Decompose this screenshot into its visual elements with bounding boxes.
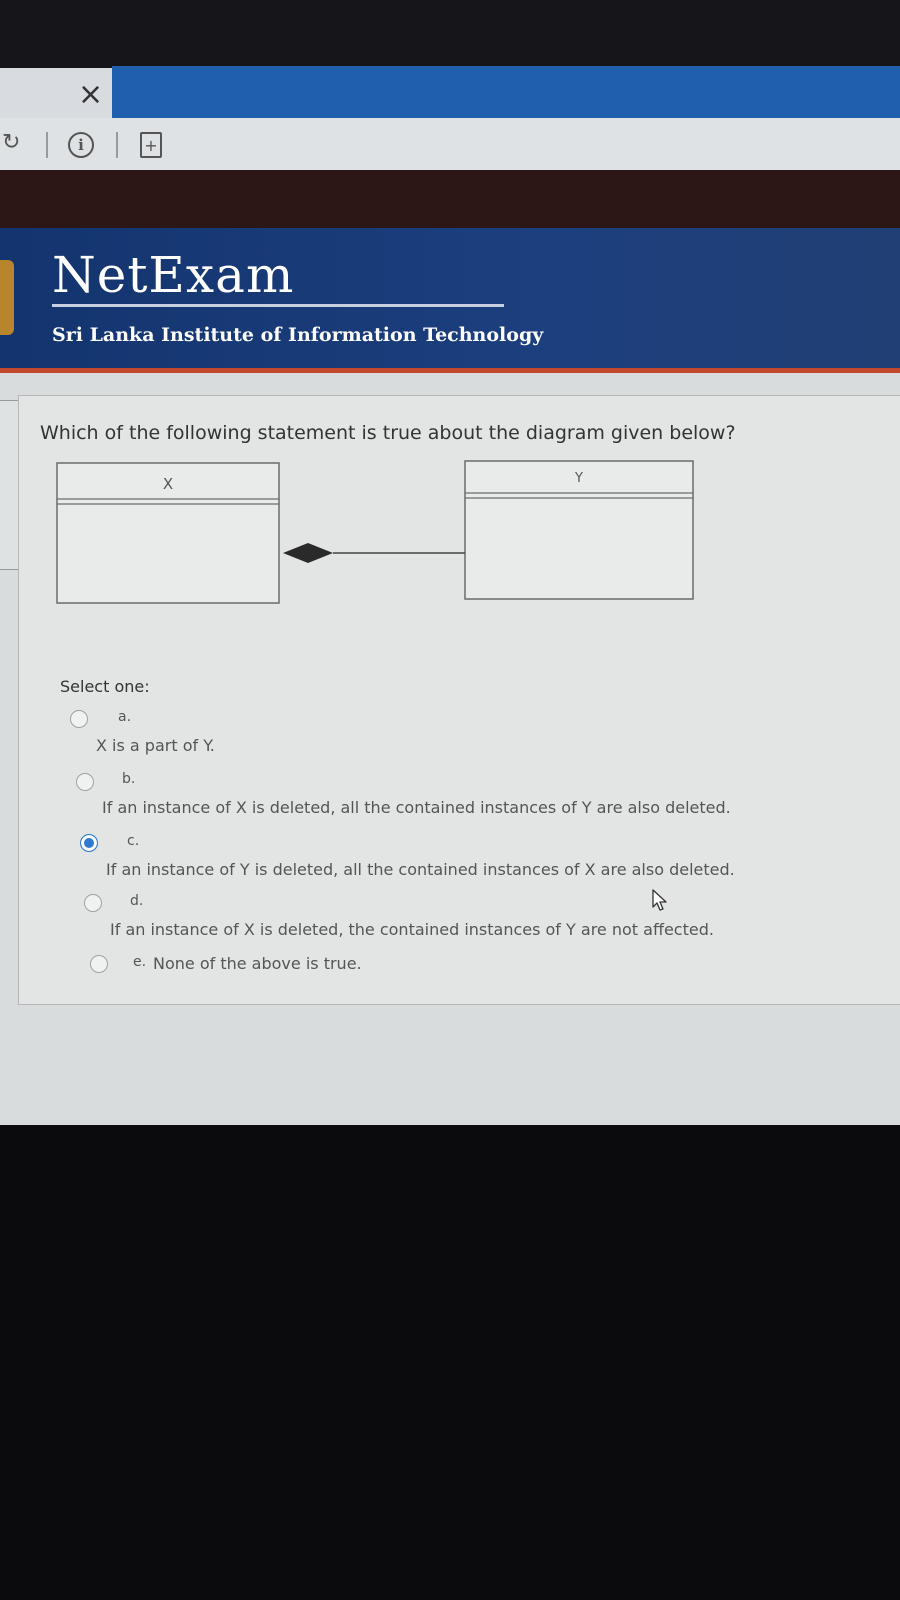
browser-frame-top bbox=[0, 0, 900, 70]
info-icon[interactable]: i bbox=[68, 132, 94, 158]
brand-title[interactable]: NetExam bbox=[52, 246, 294, 304]
option-c-letter: c. bbox=[127, 833, 140, 849]
browser-toolbar: ↻ i + bbox=[0, 118, 900, 171]
option-a-radio[interactable] bbox=[70, 710, 88, 728]
class-box-x: X bbox=[56, 462, 280, 604]
close-icon[interactable]: × bbox=[78, 80, 103, 110]
question-text: Which of the following statement is true… bbox=[40, 422, 736, 444]
browser-bookmark-bar bbox=[0, 170, 900, 228]
option-e-letter: e. bbox=[133, 954, 147, 970]
option-d-radio[interactable] bbox=[84, 894, 102, 912]
class-box-y: Y bbox=[464, 460, 694, 600]
composition-diamond bbox=[283, 543, 333, 563]
option-c-radio[interactable] bbox=[80, 834, 98, 852]
refresh-icon[interactable]: ↻ bbox=[2, 132, 20, 154]
option-e-radio[interactable] bbox=[90, 955, 108, 973]
option-a-text[interactable]: X is a part of Y. bbox=[96, 736, 215, 755]
toolbar-separator bbox=[46, 132, 48, 158]
institution-name: Sri Lanka Institute of Information Techn… bbox=[52, 324, 544, 346]
option-c-text[interactable]: If an instance of Y is deleted, all the … bbox=[106, 860, 735, 879]
composition-association bbox=[283, 543, 465, 563]
option-e-text[interactable]: None of the above is true. bbox=[153, 954, 362, 973]
browser-tab-active[interactable] bbox=[112, 66, 900, 120]
toolbar-separator bbox=[116, 132, 118, 158]
select-one-label: Select one: bbox=[60, 677, 150, 696]
logo-mark bbox=[0, 260, 14, 335]
class-x-label: X bbox=[163, 475, 173, 493]
option-a-letter: a. bbox=[118, 709, 132, 725]
option-b-text[interactable]: If an instance of X is deleted, all the … bbox=[102, 798, 731, 817]
option-b-letter: b. bbox=[122, 771, 136, 787]
option-b-radio[interactable] bbox=[76, 773, 94, 791]
screen-bezel-bottom bbox=[0, 1125, 900, 1600]
new-tab-icon[interactable]: + bbox=[140, 132, 162, 158]
uml-diagram: X Y bbox=[56, 460, 694, 604]
mouse-cursor-icon bbox=[652, 889, 667, 911]
class-y-label: Y bbox=[574, 471, 583, 486]
option-d-text[interactable]: If an instance of X is deleted, the cont… bbox=[110, 920, 714, 939]
brand-underline bbox=[52, 304, 504, 307]
option-d-letter: d. bbox=[130, 893, 144, 909]
